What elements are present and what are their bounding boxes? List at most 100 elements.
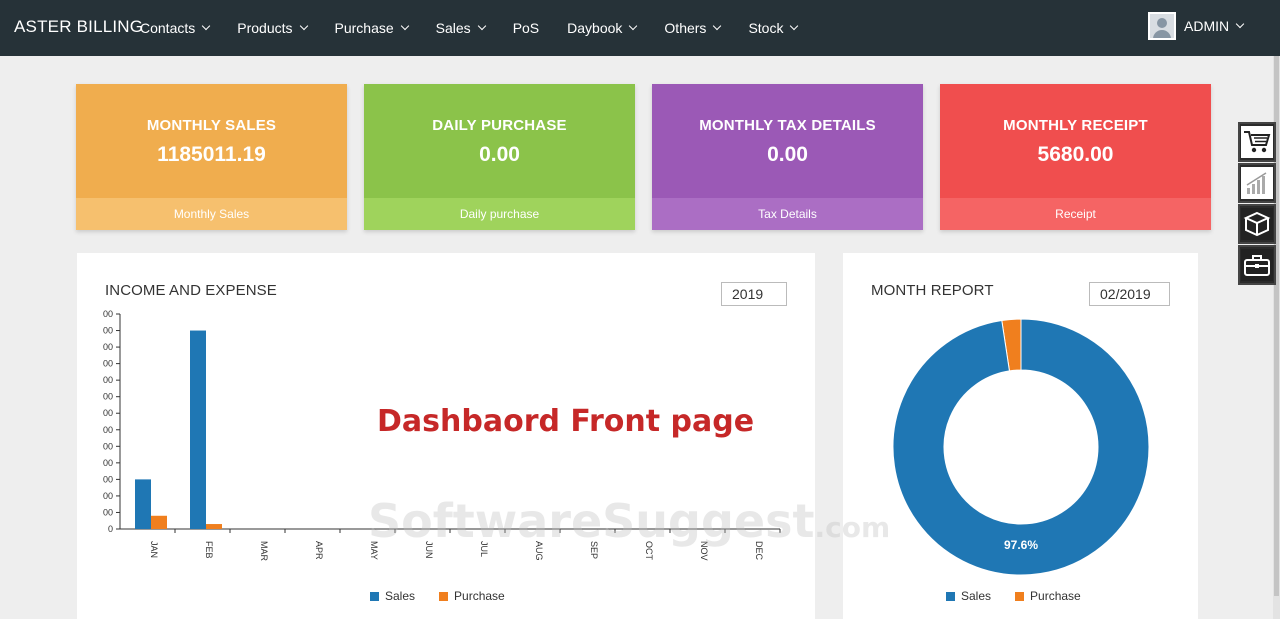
menu-pos[interactable]: PoS [513, 20, 539, 36]
card-title: MONTHLY RECEIPT [1003, 117, 1148, 134]
avatar [1148, 12, 1176, 40]
card-body: DAILY PURCHASE 0.00 [364, 84, 635, 198]
y-tick-label: 00 [103, 392, 113, 402]
x-tick-label: APR [314, 541, 324, 560]
legend-swatch [370, 591, 379, 601]
card-value: 5680.00 [1037, 143, 1114, 166]
y-tick-label: 0 [108, 524, 113, 534]
bar-sales-jan[interactable] [135, 479, 151, 529]
card-value: 0.00 [767, 143, 808, 166]
menu-stock[interactable]: Stock [748, 20, 799, 36]
overlay-caption: Dashbaord Front page [377, 404, 755, 439]
card-body: MONTHLY SALES 1185011.19 [76, 84, 347, 198]
slice-sales[interactable] [892, 318, 1150, 576]
legend-swatch [439, 591, 449, 601]
chart-legend: Sales Purchase [370, 589, 529, 603]
briefcase-icon [1241, 249, 1273, 281]
x-tick-label: FEB [204, 541, 214, 559]
chevron-down-icon [400, 21, 409, 31]
chevron-down-icon [713, 21, 722, 31]
menu-label: Sales [435, 20, 471, 36]
card-value: 0.00 [479, 143, 520, 166]
brand-title[interactable]: ASTER BILLING [14, 17, 143, 37]
y-tick-label: 00 [103, 408, 113, 418]
panel-title: MONTH REPORT [871, 282, 994, 299]
legend-swatch [946, 591, 955, 601]
legend-label: Sales [961, 589, 992, 603]
month-select[interactable]: 02/2019 [1089, 282, 1170, 306]
box-icon [1241, 208, 1273, 240]
card-value: 1185011.19 [157, 143, 266, 166]
legend-sales[interactable]: Sales [946, 589, 991, 603]
card-title: MONTHLY SALES [146, 117, 277, 134]
y-tick-label: 00 [103, 326, 113, 336]
cart-icon [1241, 126, 1273, 158]
legend-label: Sales [385, 589, 416, 603]
y-tick-label: 00 [103, 458, 113, 468]
watermark-main: SoftwareSuggest [368, 494, 815, 548]
receipt-link[interactable]: Receipt [940, 198, 1211, 230]
daily-purchase-link[interactable]: Daily purchase [364, 198, 635, 230]
growth-tool-button[interactable] [1238, 163, 1276, 203]
side-toolbar [1238, 122, 1276, 286]
y-tick-label: 00 [103, 425, 113, 435]
menu-daybook[interactable]: Daybook [567, 20, 638, 36]
panel-title: INCOME AND EXPENSE [105, 282, 277, 299]
legend-label: Purchase [1030, 589, 1081, 603]
chevron-down-icon [1235, 19, 1245, 29]
chevron-down-icon [477, 21, 486, 31]
legend-purchase[interactable]: Purchase [439, 589, 505, 603]
legend-sales[interactable]: Sales [370, 589, 415, 603]
y-tick-label: 00 [103, 507, 113, 517]
monthly-sales-card: MONTHLY SALES 1185011.19 Monthly Sales [76, 84, 347, 230]
chevron-down-icon [629, 21, 638, 31]
y-tick-label: 00 [103, 309, 113, 319]
x-tick-label: JAN [149, 541, 159, 558]
bar-sales-feb[interactable] [190, 330, 206, 529]
main-menu: Contacts Products Purchase Sales PoS Day… [140, 0, 825, 56]
chevron-down-icon [790, 21, 799, 31]
year-select[interactable]: 2019 [721, 282, 787, 306]
bar-purchase-jan[interactable] [151, 515, 167, 529]
user-name: ADMIN [1184, 18, 1230, 34]
monthly-tax-card: MONTHLY TAX DETAILS 0.00 Tax Details [652, 84, 923, 230]
cart-tool-button[interactable] [1238, 122, 1276, 162]
menu-others[interactable]: Others [664, 20, 722, 36]
y-tick-label: 00 [103, 441, 113, 451]
menu-label: Contacts [140, 20, 196, 36]
menu-purchase[interactable]: Purchase [334, 20, 409, 36]
tax-details-link[interactable]: Tax Details [652, 198, 923, 230]
slice-label: 97.6% [1004, 538, 1038, 552]
menu-products[interactable]: Products [237, 20, 308, 36]
daily-purchase-card: DAILY PURCHASE 0.00 Daily purchase [364, 84, 635, 230]
top-navbar: ASTER BILLING Contacts Products Purchase… [0, 0, 1280, 56]
menu-label: Stock [748, 20, 784, 36]
card-body: MONTHLY TAX DETAILS 0.00 [652, 84, 923, 198]
menu-label: Products [237, 20, 293, 36]
x-tick-label: MAR [259, 541, 269, 562]
bar-purchase-feb[interactable] [206, 524, 222, 529]
monthly-receipt-card: MONTHLY RECEIPT 5680.00 Receipt [940, 84, 1211, 230]
legend-purchase[interactable]: Purchase [1015, 589, 1081, 603]
user-menu[interactable]: ADMIN [1148, 12, 1245, 40]
month-report-panel: 97.6% MONTH REPORT 02/2019 Sales Purchas… [843, 253, 1198, 619]
y-tick-label: 00 [103, 491, 113, 501]
menu-sales[interactable]: Sales [435, 20, 486, 36]
growth-chart-icon [1241, 167, 1273, 199]
legend-label: Purchase [454, 589, 505, 603]
briefcase-tool-button[interactable] [1238, 245, 1276, 285]
box-tool-button[interactable] [1238, 204, 1276, 244]
menu-label: Daybook [567, 20, 623, 36]
y-tick-label: 00 [103, 359, 113, 369]
chevron-down-icon [299, 21, 308, 31]
menu-contacts[interactable]: Contacts [140, 20, 211, 36]
card-body: MONTHLY RECEIPT 5680.00 [940, 84, 1211, 198]
card-title: DAILY PURCHASE [432, 117, 567, 134]
y-tick-label: 00 [103, 342, 113, 352]
y-tick-label: 00 [103, 375, 113, 385]
menu-label: Purchase [334, 20, 394, 36]
chart-legend: Sales Purchase [946, 589, 1105, 603]
monthly-sales-link[interactable]: Monthly Sales [76, 198, 347, 230]
legend-swatch [1015, 591, 1025, 601]
watermark-suffix: .com [814, 511, 891, 544]
